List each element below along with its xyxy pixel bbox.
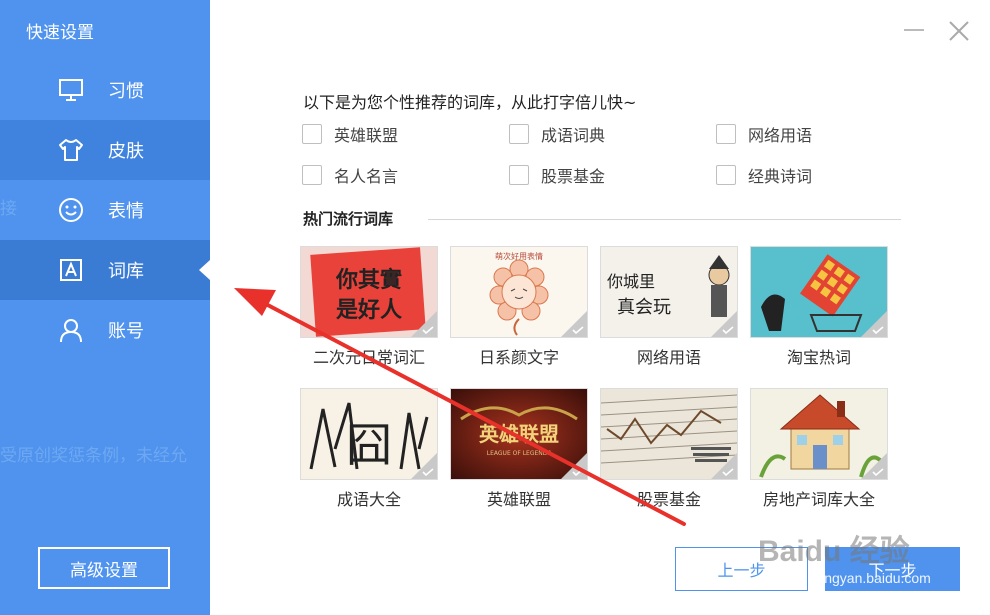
- card-label: 日系颜文字: [478, 348, 559, 367]
- advanced-settings-button[interactable]: 高级设置: [38, 547, 170, 589]
- checkbox-quotes[interactable]: 名人名言: [302, 164, 398, 186]
- lexicon-card-taobao[interactable]: 淘宝热词: [750, 246, 888, 368]
- card-image-text: 囧: [346, 418, 392, 472]
- check-icon: [572, 468, 584, 476]
- sidebar-item-lexicon[interactable]: 词库: [0, 240, 210, 300]
- user-icon: [60, 319, 82, 343]
- checkbox-idioms[interactable]: 成语词典: [509, 123, 605, 145]
- card-image-subtext: LEAGUE OF LEGENDS: [487, 450, 552, 457]
- lexicon-card-slang[interactable]: 你城里 真会玩 网络用语: [600, 246, 738, 368]
- checkbox-box[interactable]: [302, 124, 322, 144]
- card-image: [600, 388, 738, 480]
- check-icon: [722, 468, 734, 476]
- recommend-heading: 以下是为您个性推荐的词库，从此打字倍儿快~: [303, 93, 637, 112]
- lexicon-card-idioms[interactable]: 囧 成语大全: [300, 388, 438, 510]
- sidebar-item-habit[interactable]: 习惯: [0, 60, 210, 120]
- smiley-icon: [59, 198, 83, 222]
- check-icon: [722, 326, 734, 334]
- lexicon-card-stocks[interactable]: 股票基金: [600, 388, 738, 510]
- card-image-text-1: 你其實: [335, 267, 402, 293]
- card-image: [750, 388, 888, 480]
- card-image-text: 英雄联盟: [479, 422, 559, 446]
- checkbox-box[interactable]: [716, 124, 736, 144]
- checkbox-box[interactable]: [302, 165, 322, 185]
- sidebar-item-label: 皮肤: [108, 141, 144, 162]
- checkbox-label: 成语词典: [541, 126, 606, 145]
- check-icon: [422, 326, 434, 334]
- baidu-watermark: Baidu 经验: [758, 535, 910, 568]
- lexicon-card-lol[interactable]: 英雄联盟 LEAGUE OF LEGENDS 英雄联盟: [450, 388, 588, 510]
- close-icon[interactable]: [946, 18, 972, 44]
- checkbox-box[interactable]: [716, 165, 736, 185]
- sidebar-item-label: 表情: [108, 201, 144, 222]
- checkbox-label: 名人名言: [334, 167, 399, 186]
- checkbox-label: 英雄联盟: [334, 126, 399, 145]
- card-image-text-2: 真会玩: [617, 297, 671, 318]
- ghost-text-2: 受原创奖惩条例，未经允: [0, 446, 187, 466]
- checkbox-box[interactable]: [509, 165, 529, 185]
- check-icon: [872, 326, 884, 334]
- sidebar-title: 快速设置: [26, 23, 94, 43]
- card-image-text-2: 是好人: [336, 297, 402, 323]
- lexicon-card-kaomoji[interactable]: 萌次好用表情 日系颜文字: [450, 246, 588, 368]
- font-a-icon: [60, 259, 82, 281]
- checkbox-box[interactable]: [509, 124, 529, 144]
- checkbox-poems[interactable]: 经典诗词: [716, 164, 812, 186]
- card-image: 你其實 是好人: [300, 246, 438, 338]
- monitor-icon: [59, 79, 83, 101]
- active-indicator: [199, 260, 210, 280]
- card-label: 房地产词库大全: [762, 490, 875, 509]
- section-divider: [428, 219, 901, 220]
- card-label: 网络用语: [636, 348, 701, 367]
- checkbox-label: 网络用语: [748, 126, 813, 145]
- tshirt-icon: [59, 139, 83, 161]
- card-image: [750, 246, 888, 338]
- check-icon: [872, 468, 884, 476]
- check-icon: [422, 468, 434, 476]
- minimize-button[interactable]: [904, 29, 924, 31]
- baidu-watermark-url: jingyan.baidu.com: [818, 570, 931, 586]
- checkbox-stocks[interactable]: 股票基金: [509, 164, 605, 186]
- card-image: 英雄联盟 LEAGUE OF LEGENDS: [450, 388, 588, 480]
- lexicon-card-acg[interactable]: 你其實 是好人 二次元日常词汇: [300, 246, 438, 368]
- card-label: 股票基金: [636, 490, 701, 509]
- card-image-text-1: 你城里: [607, 272, 655, 291]
- checkbox-lol[interactable]: 英雄联盟: [302, 123, 398, 145]
- checkbox-label: 经典诗词: [748, 167, 813, 186]
- checkbox-label: 股票基金: [541, 167, 606, 186]
- sidebar: 快速设置 接 受原创奖惩条例，未经允 习惯 皮肤 表情 词库 账号 高级设置: [0, 0, 210, 615]
- sidebar-item-emoji[interactable]: 表情: [0, 180, 210, 240]
- section-title: 热门流行词库: [303, 210, 394, 228]
- sidebar-item-label: 账号: [108, 321, 144, 342]
- card-image: 囧: [300, 388, 438, 480]
- sidebar-item-skin[interactable]: 皮肤: [0, 120, 210, 180]
- card-label: 淘宝热词: [786, 348, 851, 367]
- sidebar-item-label: 习惯: [108, 81, 144, 102]
- sidebar-item-label: 词库: [108, 261, 144, 282]
- card-label: 成语大全: [336, 490, 401, 509]
- lexicon-card-realestate[interactable]: 房地产词库大全: [750, 388, 888, 510]
- card-label: 二次元日常词汇: [312, 348, 425, 367]
- sidebar-item-account[interactable]: 账号: [0, 300, 210, 360]
- checkbox-internet-slang[interactable]: 网络用语: [716, 123, 812, 145]
- card-image: 萌次好用表情: [450, 246, 588, 338]
- check-icon: [572, 326, 584, 334]
- card-label: 英雄联盟: [486, 490, 551, 509]
- card-image: 你城里 真会玩: [600, 246, 738, 338]
